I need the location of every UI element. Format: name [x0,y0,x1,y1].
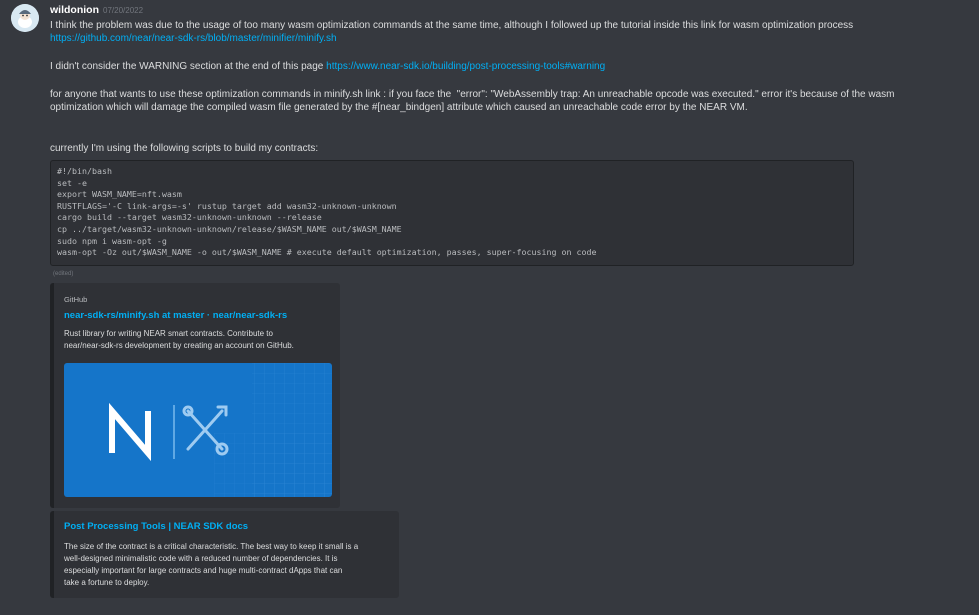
message-text-line: for anyone that wants to use these optim… [50,89,895,100]
code-block[interactable]: #!/bin/bash set -e export WASM_NAME=nft.… [50,160,854,266]
embed-description-line: Rust library for writing NEAR smart cont… [64,329,273,338]
message-text-line: I think the problem was due to the usage… [50,20,854,31]
near-sdk-banner-icon [109,363,332,497]
code-line: RUSTFLAGS='-C link-args=-s' rustup targe… [57,200,397,211]
message-content: wildonion 07/20/2022 I think the problem … [50,4,930,155]
minify-sh-link[interactable]: https://github.com/near/near-sdk-rs/blob… [50,33,337,44]
message-text-line: currently I'm using the following script… [50,143,319,154]
embed-description-line: especially important for large contracts… [64,566,343,575]
code-line: set -e [57,177,87,188]
avatar-character-icon [11,4,39,32]
code-line: export WASM_NAME=nft.wasm [57,189,182,200]
user-avatar[interactable] [11,4,39,32]
timestamp: 07/20/2022 [103,6,144,15]
near-docs-link-embed: Post Processing Tools | NEAR SDK docs Th… [50,511,399,598]
github-link-embed: GitHub near-sdk-rs/minify.sh at master ·… [50,283,340,508]
username[interactable]: wildonion [50,4,99,16]
embed-image[interactable] [64,363,332,497]
message-text-line: I didn't consider the WARNING section at… [50,60,930,73]
warning-text: I didn't consider the WARNING section at… [50,61,327,72]
code-line: sudo npm i wasm-opt -g [57,235,167,246]
embed-description-line: near/near-sdk-rs development by creating… [64,341,294,350]
code-line: #!/bin/bash [57,166,112,176]
embed-provider[interactable]: GitHub [64,295,87,304]
code-line: cp ../target/wasm32-unknown-unknown/rele… [57,223,402,234]
embed-title-link[interactable]: near-sdk-rs/minify.sh at master · near/n… [64,310,287,321]
chat-message: wildonion 07/20/2022 I think the problem … [0,0,979,615]
message-text-line: optimization which will damage the compi… [50,102,748,113]
edited-label: (edited) [53,271,74,277]
message-header: wildonion 07/20/2022 [50,4,930,17]
embed-description-line: take a fortune to deploy. [64,578,150,587]
post-processing-link[interactable]: https://www.near-sdk.io/building/post-pr… [326,61,605,72]
embed-description-line: The size of the contract is a critical c… [64,542,359,551]
embed-title-link[interactable]: Post Processing Tools | NEAR SDK docs [64,521,248,532]
embed-description-line: well-designed minimalistic code with a r… [64,554,338,563]
code-line: cargo build --target wasm32-unknown-unkn… [57,212,322,223]
code-line: wasm-opt -Oz out/$WASM_NAME -o out/$WASM… [57,247,597,258]
